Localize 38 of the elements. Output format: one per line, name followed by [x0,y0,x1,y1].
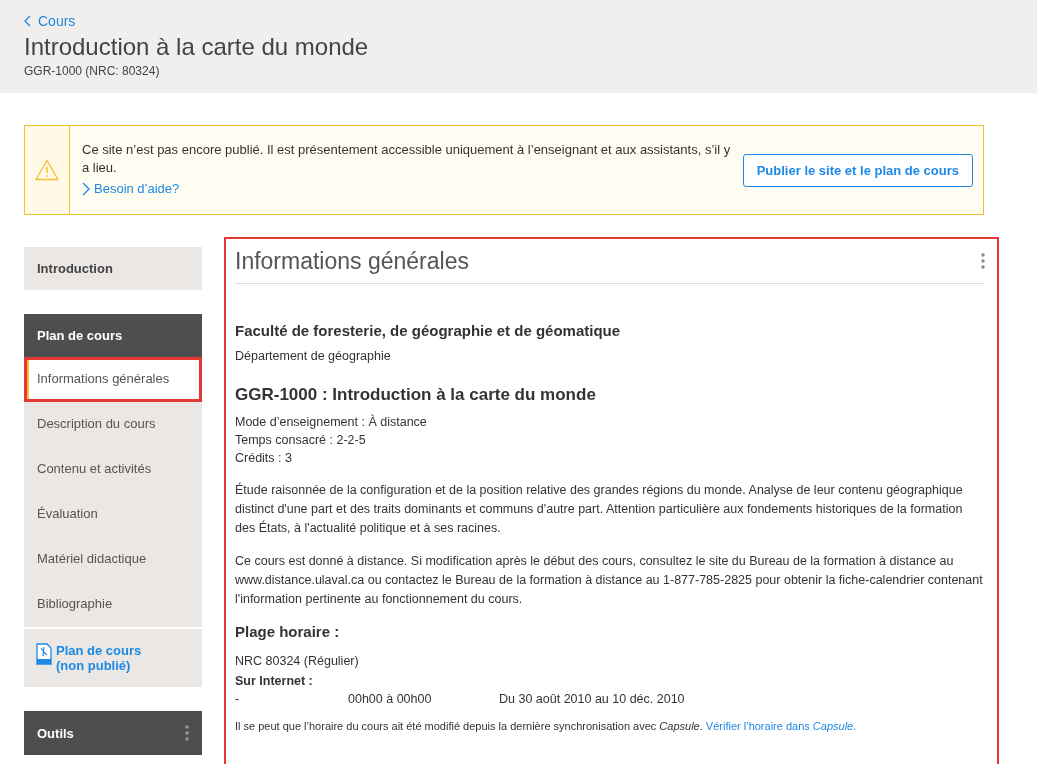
faculty-heading: Faculté de foresterie, de géographie et de géomatique [235,322,622,339]
chevron-right-icon [82,181,90,196]
course-detail: Temps consacré : 2-2-5 [235,432,367,449]
back-link[interactable]: Cours [24,13,76,29]
publish-button[interactable]: Publier le site et le plan de cours [742,153,973,187]
sidebar-item[interactable]: Matériel didactique [24,537,202,582]
notice-message: Ce site n’est pas encore publié. Il est présentement accessible uniquement à l’enseignant et aux assistants, s’il y a lieu. [82,141,731,178]
schedule-time: 00h00 à 00h00 [348,691,433,708]
verify-schedule-link[interactable]: Vérifier l’horaire dans Capsule. [705,720,857,732]
course-title: Introduction à la carte du monde [24,33,370,61]
description-paragraph: Ce cours est donné à distance. Si modification après le début des cours, consultez le site du Bureau de la formation à distance au www.distance.ulaval.ca ou contactez le Bureau de la formation à distance au 1-877-785-2825 pour obtenir la fiche-calendrier contenant l'information pertinente au fonctionnement du cours. [235,553,984,608]
schedule-dates: Du 30 août 2010 au 10 déc. 2010 [499,691,686,708]
course-code: GGR-1000 (NRC: 80324) [24,64,161,78]
sidebar-item[interactable]: Introduction [24,247,202,290]
section-text: NRC 80324 (Régulier) [235,653,360,670]
more-vertical-icon[interactable] [981,253,985,269]
sidebar-item[interactable]: Description du cours [24,402,202,447]
course-heading: GGR-1000 : Introduction à la carte du monde [235,385,597,405]
course-detail: Crédits : 3 [235,450,293,467]
tools-title: Outils [37,725,74,741]
sidebar-item[interactable]: Informations générales [24,357,202,402]
pdf-file-icon [36,643,52,665]
schedule-heading: Plage horaire : [235,623,341,640]
schedule-day: - [235,690,348,708]
course-detail: Mode d’enseignement : À distance [235,413,428,431]
panel-title: Informations générales [235,247,469,275]
warning-icon [35,159,59,181]
sidebar-item[interactable]: Contenu et activités [24,447,202,492]
sidebar-section-header: Plan de cours [24,314,202,357]
sidebar-item[interactable]: Évaluation [24,492,202,537]
more-vertical-icon[interactable] [185,725,189,741]
description-paragraph: Étude raisonnée de la configuration et de la position relative des grandes régions du monde. Analyse de leur contenu géographique distinct d'une part et des traits dominants et communs d'autre part. Attention particulière aux fondements historiques de la formation des États, à l'actualité politique et à ses racines. [235,481,964,537]
chevron-left-icon [24,15,32,27]
help-link[interactable]: Besoin d’aide? [82,181,180,197]
department-text: Département de géographie [235,349,392,363]
sidebar-item[interactable]: Bibliographie [24,582,202,627]
sync-note: Il se peut que l’horaire du cours ait été modifié depuis la dernière synchronisation avec Capsule. Vérifier l’horaire dans Capsule. [235,720,858,732]
mode-label: Sur Internet : [235,673,314,690]
